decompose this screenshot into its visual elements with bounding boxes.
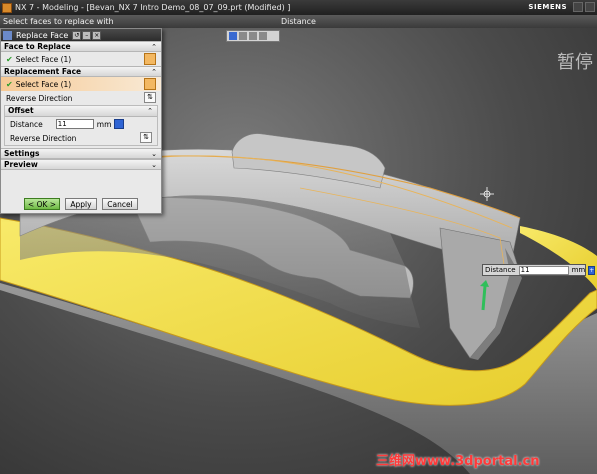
- distance-input[interactable]: [55, 119, 94, 129]
- face-to-replace-title: Face to Replace: [4, 42, 71, 51]
- distance-unit: mm: [96, 119, 112, 129]
- onscreen-distance-input[interactable]: Distance mm +: [482, 264, 596, 276]
- select-face-icon[interactable]: [144, 78, 156, 90]
- close-icon[interactable]: ×: [92, 30, 102, 40]
- cue-line: Select faces to replace with Distance: [0, 15, 597, 28]
- pause-watermark: 暂停: [557, 52, 593, 73]
- reverse-direction-icon[interactable]: ⇅: [144, 92, 156, 103]
- distance-label: Distance: [10, 119, 43, 129]
- replace-face-dialog: Replace Face ↺ – × Face to Replace ⌃ ✔ S…: [0, 28, 162, 214]
- collapse-icon[interactable]: –: [82, 30, 92, 40]
- chevron-down-icon: ⌄: [151, 150, 157, 158]
- replacement-face-title: Replacement Face: [4, 67, 82, 76]
- offset-group: Offset ⌃ Distance mm Reverse Direction ⇅: [4, 105, 158, 146]
- face-to-replace-header[interactable]: Face to Replace ⌃: [1, 41, 161, 52]
- more-options-icon[interactable]: [259, 32, 267, 40]
- minimize-icon[interactable]: [573, 2, 583, 12]
- window-title: NX 7 - Modeling - [Bevan_NX 7 Intro Demo…: [15, 3, 291, 12]
- offset-reverse-row: Reverse Direction ⇅: [5, 131, 157, 145]
- check-icon: ✔: [6, 54, 13, 64]
- apply-button[interactable]: Apply: [65, 198, 97, 210]
- distance-spinner-icon[interactable]: [114, 119, 125, 129]
- window-controls: [573, 2, 595, 12]
- replacement-reverse-row: Reverse Direction ⇅: [1, 91, 161, 105]
- onscreen-distance-label: Distance: [485, 266, 516, 274]
- face-to-replace-label: Select Face (1): [15, 54, 72, 64]
- onscreen-spinner-icon[interactable]: +: [588, 265, 596, 275]
- base-plate-face-right: [520, 226, 597, 290]
- cue-prompt: Select faces to replace with: [3, 17, 114, 26]
- chevron-up-icon: ⌃: [147, 107, 153, 115]
- offset-distance-row: Distance mm: [5, 117, 157, 131]
- reverse-direction-icon[interactable]: ⇅: [140, 132, 152, 143]
- dialog-title-buttons: ↺ – ×: [72, 30, 102, 40]
- dialog-title-bar[interactable]: Replace Face ↺ – ×: [1, 29, 161, 41]
- ok-button[interactable]: < OK >: [24, 198, 60, 210]
- close-icon[interactable]: [585, 2, 595, 12]
- crosshair-cursor-icon: [480, 187, 494, 201]
- dialog-footer: < OK > Apply Cancel: [1, 194, 161, 214]
- chevron-up-icon: ⌃: [151, 68, 157, 76]
- siemens-brand: SIEMENS: [528, 3, 567, 11]
- window-title-bar: NX 7 - Modeling - [Bevan_NX 7 Intro Demo…: [0, 0, 597, 15]
- preview-header[interactable]: Preview ⌄: [1, 159, 161, 170]
- select-filter-icon[interactable]: [229, 32, 237, 40]
- replacement-face-label: Select Face (1): [15, 79, 72, 89]
- preview-title: Preview: [4, 160, 38, 169]
- offset-reverse-label: Reverse Direction: [10, 133, 77, 143]
- dialog-title: Replace Face: [16, 30, 69, 40]
- select-face-icon[interactable]: [144, 53, 156, 65]
- offset-header[interactable]: Offset ⌃: [5, 106, 157, 117]
- chevron-down-icon: ⌄: [151, 161, 157, 169]
- replacement-face-select[interactable]: ✔ Select Face (1): [1, 77, 161, 91]
- offset-title: Offset: [8, 106, 34, 115]
- settings-title: Settings: [4, 149, 40, 158]
- nx-app-icon: [2, 2, 12, 13]
- replace-face-icon: [3, 30, 12, 40]
- reset-icon[interactable]: ↺: [72, 30, 82, 40]
- site-watermark: 三维网www.3dportal.cn: [376, 454, 540, 469]
- selection-mini-toolbar[interactable]: [226, 30, 280, 42]
- replacement-reverse-label: Reverse Direction: [6, 93, 73, 103]
- snap-point-icon[interactable]: [239, 32, 247, 40]
- onscreen-distance-unit: mm: [571, 266, 586, 274]
- onscreen-distance-field[interactable]: [518, 265, 569, 275]
- status-text: Distance: [281, 17, 316, 26]
- chevron-up-icon: ⌃: [151, 43, 157, 51]
- cancel-button[interactable]: Cancel: [102, 198, 138, 210]
- selection-scope-icon[interactable]: [249, 32, 257, 40]
- check-icon: ✔: [6, 79, 13, 89]
- settings-header[interactable]: Settings ⌄: [1, 148, 161, 159]
- direction-handle-icon[interactable]: [481, 285, 487, 311]
- replacement-face-header[interactable]: Replacement Face ⌃: [1, 66, 161, 77]
- face-to-replace-select[interactable]: ✔ Select Face (1): [1, 52, 161, 66]
